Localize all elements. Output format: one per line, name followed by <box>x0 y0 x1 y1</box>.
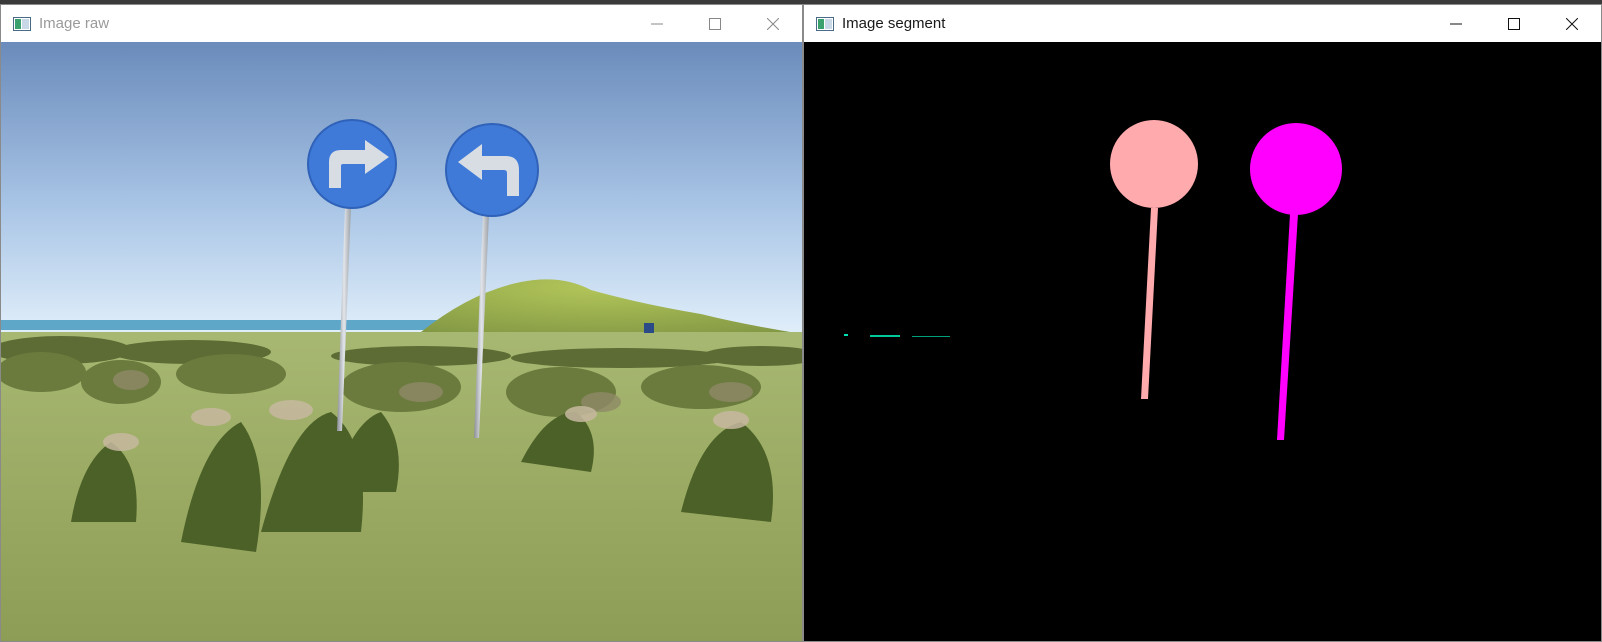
window-title: Image raw <box>39 15 110 32</box>
window-app-icon <box>13 16 31 31</box>
maximize-icon <box>1508 17 1520 30</box>
minimize-icon <box>651 23 663 24</box>
maximize-button[interactable] <box>686 5 744 42</box>
maximize-icon <box>709 17 721 30</box>
segment-image-view <box>804 42 1601 641</box>
minimize-button[interactable] <box>1427 5 1485 42</box>
raw-scene-image <box>1 42 802 641</box>
maximize-button[interactable] <box>1485 5 1543 42</box>
minimize-icon <box>1450 23 1462 24</box>
segment-mask-image <box>804 42 1601 641</box>
window-app-icon <box>816 16 834 31</box>
close-button[interactable] <box>744 5 802 42</box>
close-icon <box>1566 17 1578 30</box>
close-icon <box>767 17 779 30</box>
image-raw-window[interactable]: Image raw <box>0 4 803 642</box>
turn-left-arrow-sign <box>445 123 539 217</box>
turn-right-arrow-sign <box>307 119 397 209</box>
raw-image-view <box>1 42 802 641</box>
close-button[interactable] <box>1543 5 1601 42</box>
titlebar[interactable]: Image segment <box>804 5 1601 42</box>
minimize-button[interactable] <box>628 5 686 42</box>
window-title: Image segment <box>842 15 946 32</box>
titlebar[interactable]: Image raw <box>1 5 802 42</box>
image-segment-window[interactable]: Image segment <box>803 4 1602 642</box>
distant-sign <box>644 323 654 333</box>
